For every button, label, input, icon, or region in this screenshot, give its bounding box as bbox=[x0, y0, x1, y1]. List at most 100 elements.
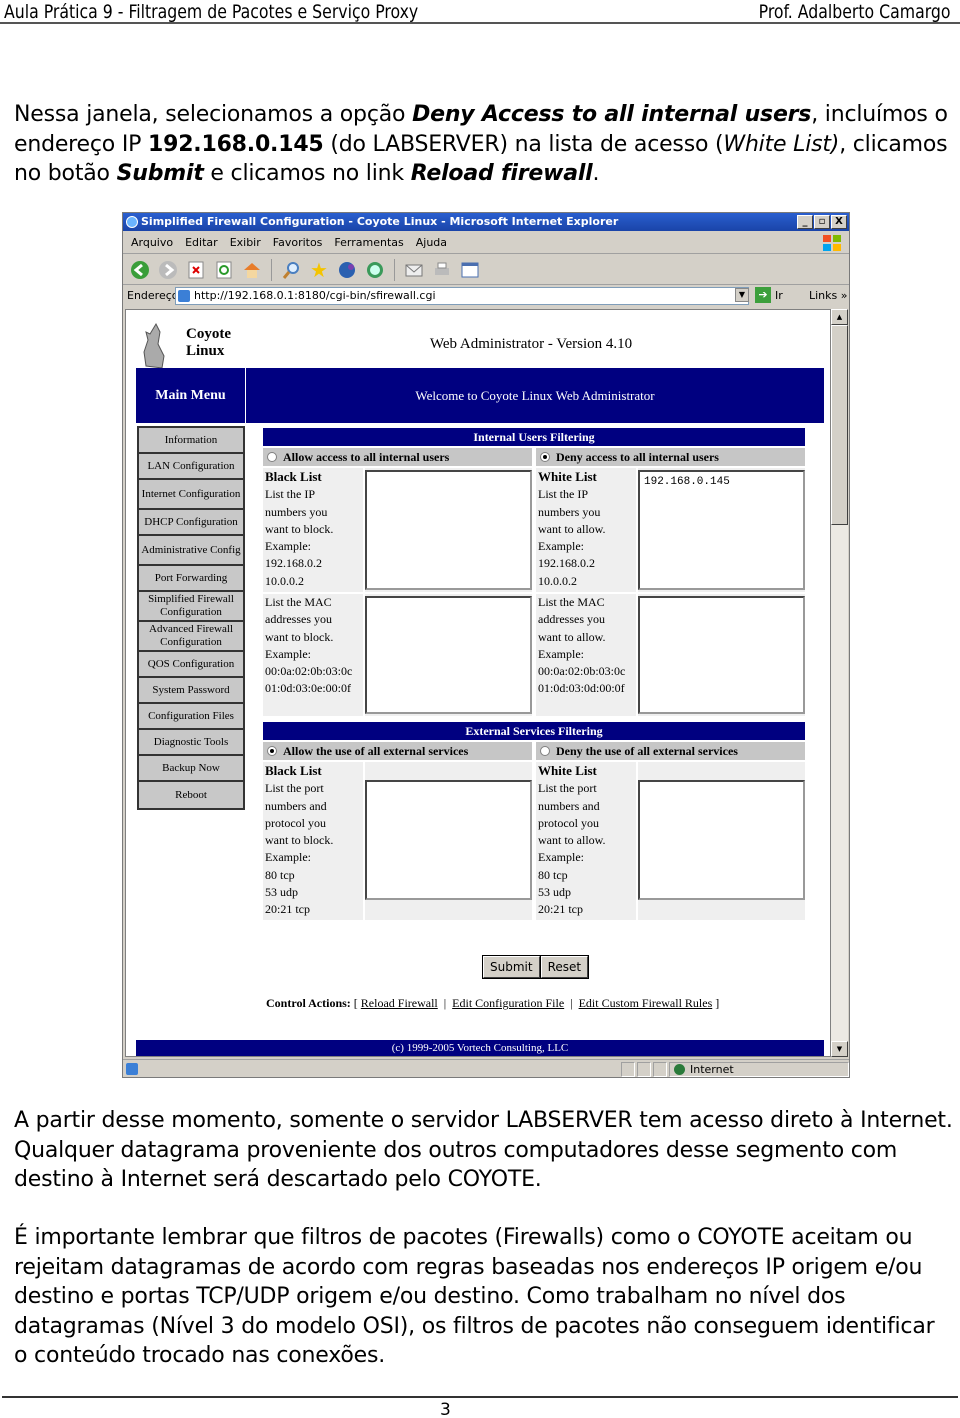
mail-icon[interactable] bbox=[403, 259, 425, 281]
ext-white-textarea[interactable] bbox=[638, 780, 805, 900]
submit-button[interactable]: Submit bbox=[482, 955, 541, 979]
radio-button-selected[interactable] bbox=[267, 746, 277, 756]
paragraph-packet-filters: É importante lembrar que filtros de paco… bbox=[14, 1225, 935, 1368]
intro-paragraph: Nessa janela, selecionamos a opção Deny … bbox=[14, 102, 948, 186]
coyote-wolf-icon bbox=[143, 322, 165, 369]
menu-ajuda[interactable]: Ajuda bbox=[416, 232, 447, 253]
internet-zone-icon bbox=[674, 1064, 685, 1075]
document-header: Aula Prática 9 - Filtragem de Pacotes e … bbox=[0, 0, 960, 24]
media-icon[interactable] bbox=[336, 259, 358, 281]
search-icon[interactable] bbox=[280, 259, 302, 281]
home-icon[interactable] bbox=[241, 259, 263, 281]
menu-item-administrative-config[interactable]: Administrative Config bbox=[139, 536, 243, 566]
black-ip-textarea[interactable] bbox=[365, 470, 532, 590]
history-icon[interactable] bbox=[364, 259, 386, 281]
internal-users-heading: Internal Users Filtering bbox=[263, 428, 805, 446]
edit-configuration-file-link[interactable]: Edit Configuration File bbox=[452, 996, 564, 1010]
ext-black-description: Black List List the port numbers and protoc… bbox=[263, 762, 363, 920]
radio-allow-external[interactable]: Allow the use of all external services bbox=[263, 742, 532, 760]
ie-page-icon bbox=[126, 1063, 138, 1075]
menu-item-lan-configuration[interactable]: LAN Configuration bbox=[139, 454, 243, 480]
radio-deny-internal[interactable]: Deny access to all internal users bbox=[536, 448, 805, 466]
ie-icon bbox=[126, 216, 138, 228]
toolbar-separator bbox=[394, 258, 395, 281]
logo-line1: Coyote bbox=[186, 326, 231, 342]
maximize-button[interactable]: ▫ bbox=[814, 215, 830, 229]
radio-button[interactable] bbox=[267, 452, 277, 462]
white-mac-textarea[interactable] bbox=[638, 596, 805, 714]
url-input[interactable]: http://192.168.0.1:8180/cgi-bin/sfirewal… bbox=[175, 287, 749, 305]
menu-item-configuration-files[interactable]: Configuration Files bbox=[139, 704, 243, 730]
menu-item-system-password[interactable]: System Password bbox=[139, 678, 243, 704]
page-number: 3 bbox=[440, 1400, 451, 1418]
external-services-heading: External Services Filtering bbox=[263, 722, 805, 740]
menu-item-reboot[interactable]: Reboot bbox=[139, 782, 243, 808]
edit-icon[interactable] bbox=[459, 259, 481, 281]
refresh-icon[interactable] bbox=[213, 259, 235, 281]
menu-exibir[interactable]: Exibir bbox=[230, 232, 261, 253]
favorites-icon[interactable]: ★ bbox=[308, 258, 330, 282]
menu-item-dhcp-configuration[interactable]: DHCP Configuration bbox=[139, 510, 243, 536]
header-title: Aula Prática 9 - Filtragem de Pacotes e … bbox=[4, 1, 419, 23]
menu-item-internet-configuration[interactable]: Internet Configuration bbox=[139, 480, 243, 510]
logo-line2: Linux bbox=[186, 343, 225, 359]
reset-button[interactable]: Reset bbox=[539, 955, 590, 979]
toolbar: ★ bbox=[123, 255, 849, 285]
paragraph-labserver-access: A partir desse momento, somente o servid… bbox=[14, 1108, 953, 1192]
version-title: Web Administrator - Version 4.10 bbox=[429, 336, 633, 352]
menu-item-backup-now[interactable]: Backup Now bbox=[139, 756, 243, 782]
page-viewport: Coyote Linux Web Administrator - Version … bbox=[125, 309, 831, 1057]
status-bar: Internet bbox=[123, 1059, 849, 1078]
menu-ferramentas[interactable]: Ferramentas bbox=[334, 232, 403, 253]
coyote-logo: Coyote Linux bbox=[140, 322, 250, 372]
page-scrollbar[interactable]: ▲ ▼ bbox=[831, 309, 848, 1057]
back-icon[interactable] bbox=[129, 259, 151, 281]
menu-item-information[interactable]: Information bbox=[139, 428, 243, 454]
ext-white-description: White List List the port numbers and protoc… bbox=[536, 762, 636, 920]
copyright-bar: (c) 1999-2005 Vortech Consulting, LLC bbox=[136, 1040, 824, 1056]
menu-item-advanced-firewall[interactable]: Advanced Firewall Configuration bbox=[139, 622, 243, 652]
stop-icon[interactable] bbox=[185, 259, 207, 281]
print-icon[interactable] bbox=[431, 259, 453, 281]
ext-black-textarea[interactable] bbox=[365, 780, 532, 900]
main-menu-heading: Main Menu bbox=[136, 368, 246, 423]
scroll-up-arrow-icon[interactable]: ▲ bbox=[831, 309, 848, 325]
toolbar-separator bbox=[271, 258, 272, 281]
black-mac-textarea[interactable] bbox=[365, 596, 532, 714]
control-actions: Control Actions: [ Reload Firewall | Edi… bbox=[266, 996, 720, 1010]
menu-item-simplified-firewall[interactable]: Simplified Firewall Configuration bbox=[139, 592, 243, 622]
header-author: Prof. Adalberto Camargo bbox=[758, 1, 950, 23]
radio-allow-internal[interactable]: Allow access to all internal users bbox=[263, 448, 532, 466]
header-bar: Main Menu Welcome to Coyote Linux Web Ad… bbox=[136, 368, 824, 423]
go-button[interactable]: Ir bbox=[775, 285, 783, 307]
firewall-form: Internal Users Filtering Allow access to… bbox=[263, 428, 805, 920]
black-ip-description: Black List List the IP numbers you want to … bbox=[263, 468, 363, 592]
radio-button-selected[interactable] bbox=[540, 452, 550, 462]
menu-favoritos[interactable]: Favoritos bbox=[273, 232, 323, 253]
menu-item-port-forwarding[interactable]: Port Forwarding bbox=[139, 566, 243, 592]
scroll-thumb[interactable] bbox=[831, 325, 848, 525]
menu-item-qos-configuration[interactable]: QOS Configuration bbox=[139, 652, 243, 678]
links-button[interactable]: Links » bbox=[809, 285, 848, 307]
browser-window: Simplified Firewall Configuration - Coyo… bbox=[122, 212, 850, 1078]
page-icon bbox=[178, 290, 190, 302]
forward-icon[interactable] bbox=[157, 259, 179, 281]
radio-button[interactable] bbox=[540, 746, 550, 756]
reload-firewall-link[interactable]: Reload Firewall bbox=[361, 996, 438, 1010]
black-mac-description: List the MAC addresses you want to block. E… bbox=[263, 594, 363, 716]
radio-deny-external[interactable]: Deny the use of all external services bbox=[536, 742, 805, 760]
url-dropdown-button[interactable]: ▼ bbox=[735, 288, 749, 302]
scroll-down-arrow-icon[interactable]: ▼ bbox=[831, 1041, 848, 1057]
control-actions-label: Control Actions: bbox=[266, 996, 351, 1010]
window-title: Simplified Firewall Configuration - Coyo… bbox=[141, 215, 619, 228]
address-bar: Endereço http://192.168.0.1:8180/cgi-bin… bbox=[123, 285, 849, 307]
menu-item-diagnostic-tools[interactable]: Diagnostic Tools bbox=[139, 730, 243, 756]
menu-editar[interactable]: Editar bbox=[185, 232, 218, 253]
close-button[interactable]: X bbox=[831, 215, 847, 229]
white-ip-textarea[interactable]: 192.168.0.145 bbox=[638, 470, 805, 590]
minimize-button[interactable]: _ bbox=[797, 215, 813, 229]
main-menu: Information LAN Configuration Internet C… bbox=[137, 426, 245, 810]
go-arrow-icon[interactable]: ➔ bbox=[755, 287, 771, 303]
menu-arquivo[interactable]: Arquivo bbox=[131, 232, 173, 253]
edit-custom-firewall-rules-link[interactable]: Edit Custom Firewall Rules bbox=[579, 996, 713, 1010]
